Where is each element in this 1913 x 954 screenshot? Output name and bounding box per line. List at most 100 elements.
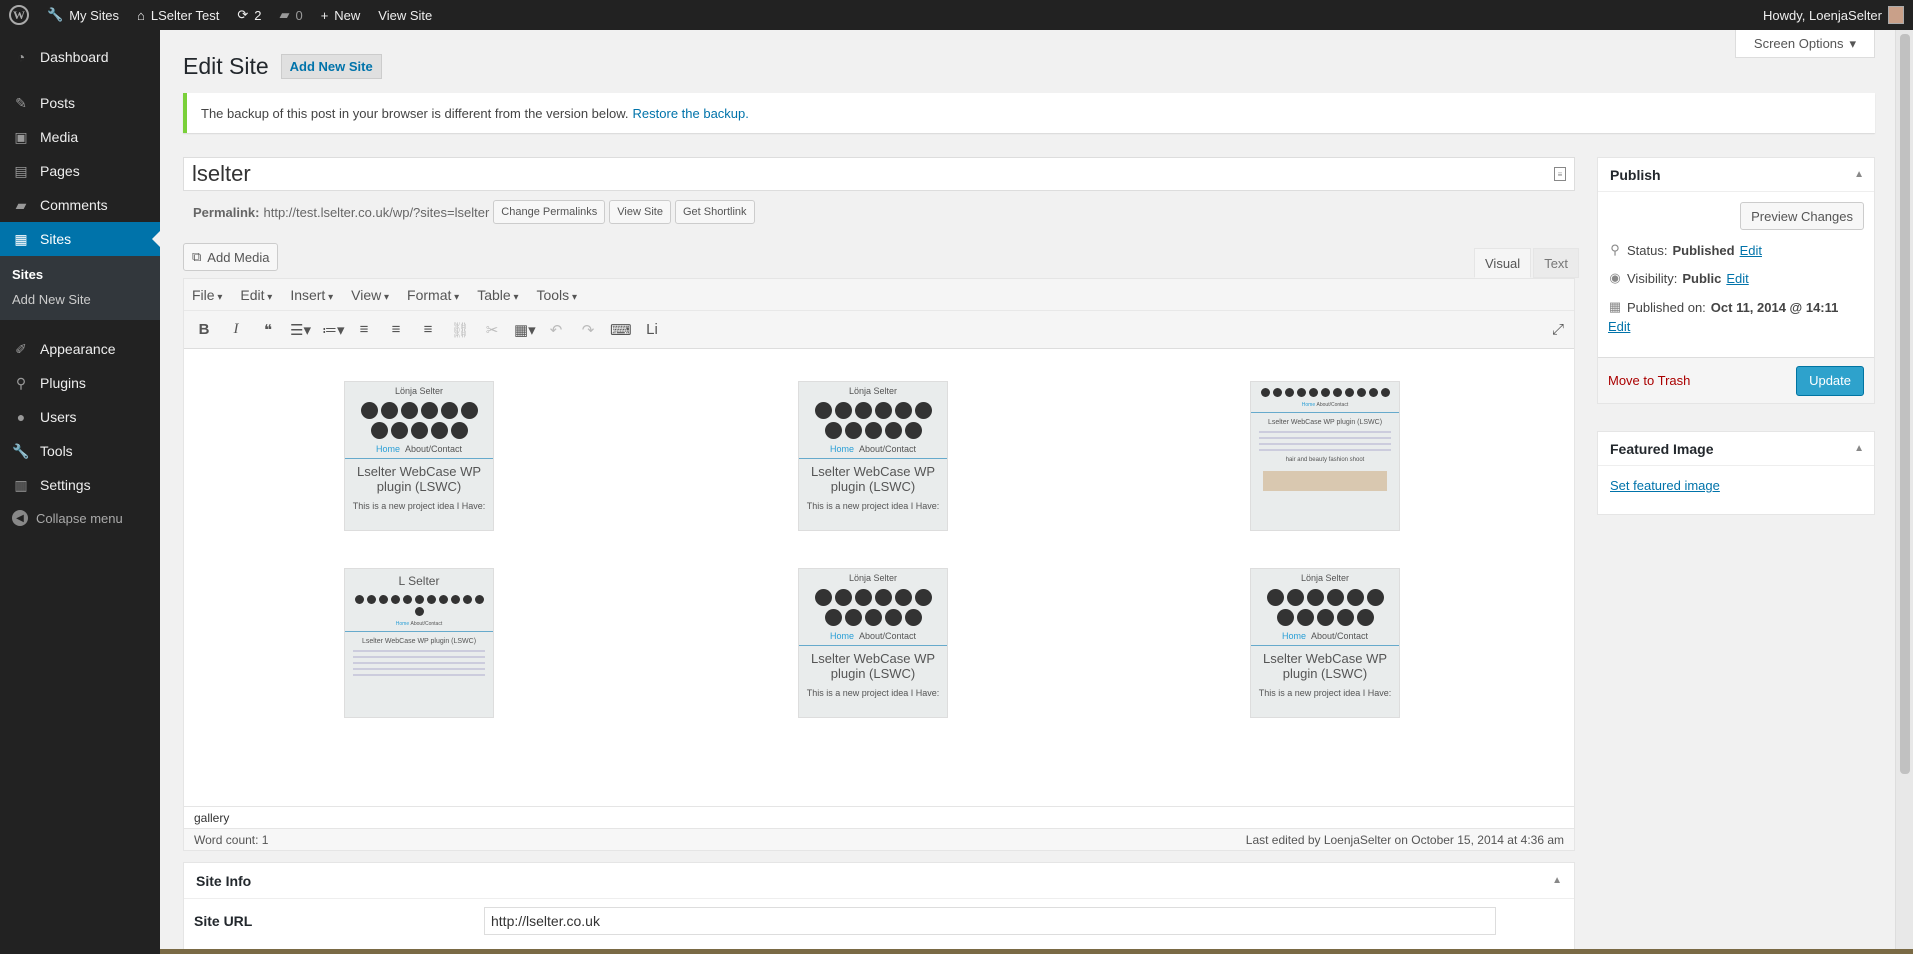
site-url-input[interactable]: http://lselter.co.uk xyxy=(484,907,1496,935)
editor-canvas[interactable]: Lönja Selter Home About/Contact Lselter … xyxy=(184,349,1574,800)
menu-media[interactable]: ▣ Media xyxy=(0,120,160,154)
set-featured-image-link[interactable]: Set featured image xyxy=(1610,478,1720,493)
move-to-trash-link[interactable]: Move to Trash xyxy=(1608,373,1690,388)
visibility-row: ◉ Visibility: Public Edit xyxy=(1598,264,1874,292)
menu-posts[interactable]: ✎ Posts xyxy=(0,86,160,120)
caret-up-icon[interactable]: ▲ xyxy=(1854,169,1864,180)
redo-icon[interactable]: ↷ xyxy=(578,321,598,339)
edit-visibility-link[interactable]: Edit xyxy=(1726,271,1748,286)
menu-file[interactable]: File xyxy=(192,287,222,303)
menu-appearance-label: Appearance xyxy=(40,341,116,357)
align-left-icon[interactable]: ≡ xyxy=(354,321,374,338)
submenu-sites[interactable]: Sites xyxy=(0,262,160,287)
add-media-button[interactable]: ⧉ Add Media xyxy=(183,243,279,271)
preview-changes-button[interactable]: Preview Changes xyxy=(1740,202,1864,230)
page-scrollbar[interactable] xyxy=(1895,30,1913,949)
menu-settings-label: Settings xyxy=(40,477,91,493)
social-icons xyxy=(351,402,487,439)
menu-users[interactable]: ● Users xyxy=(0,400,160,434)
my-account-menu[interactable]: Howdy, LoenjaSelter xyxy=(1754,0,1913,30)
tab-text[interactable]: Text xyxy=(1533,248,1580,278)
menu-insert[interactable]: Insert xyxy=(290,287,333,303)
my-sites-menu[interactable]: 🔧 My Sites xyxy=(38,0,128,30)
gallery-image[interactable]: Lönja Selter Home About/Contact Lselter … xyxy=(344,381,494,531)
gallery-image[interactable]: L Selter Home About/Contact Lselter WebC… xyxy=(344,568,494,718)
user-icon: ● xyxy=(16,409,26,425)
menu-settings[interactable]: ▥ Settings xyxy=(0,468,160,502)
thumb-title: Lselter WebCase WP plugin (LSWC) xyxy=(810,651,936,681)
view-site-link[interactable]: View Site xyxy=(369,0,441,30)
permalink-url[interactable]: http://test.lselter.co.uk/wp/?sites=lsel… xyxy=(263,205,489,220)
my-sites-label: My Sites xyxy=(69,7,120,23)
add-new-site-button[interactable]: Add New Site xyxy=(280,54,382,79)
caret-up-icon[interactable]: ▲ xyxy=(1854,443,1864,454)
menu-tools[interactable]: Tools xyxy=(536,287,577,303)
bullet-list-icon[interactable]: ☰▾ xyxy=(290,321,311,339)
caret-up-icon[interactable]: ▲ xyxy=(1552,875,1562,886)
menu-format[interactable]: Format xyxy=(407,287,459,303)
collapse-menu-label: Collapse menu xyxy=(36,510,123,526)
gallery-image[interactable]: Home About/Contact Lselter WebCase WP pl… xyxy=(1250,381,1400,531)
blockquote-icon[interactable]: ❝ xyxy=(258,321,278,339)
post-title-input[interactable]: lselter ≡ xyxy=(183,157,1575,191)
link-icon[interactable]: ⛓ xyxy=(450,321,470,339)
menu-sites[interactable]: ▦ Sites xyxy=(0,222,160,256)
menu-table[interactable]: Table xyxy=(477,287,518,303)
get-shortlink-button[interactable]: Get Shortlink xyxy=(674,200,755,224)
menu-comments[interactable]: ▰ Comments xyxy=(0,188,160,222)
view-site-button[interactable]: View Site xyxy=(609,200,671,224)
autosave-icon: ≡ xyxy=(1554,167,1566,181)
comments-count: 0 xyxy=(295,7,303,23)
menu-tools[interactable]: 🔧 Tools xyxy=(0,434,160,468)
comments-menu[interactable]: ▰ 0 xyxy=(270,0,311,30)
settings-icon: ▥ xyxy=(14,476,28,493)
keyboard-icon[interactable]: ⌨ xyxy=(610,321,632,339)
publish-header[interactable]: Publish ▲ xyxy=(1598,158,1874,192)
thumb-name: Lönja Selter xyxy=(394,386,444,396)
editor-tabs: Visual Text xyxy=(1474,248,1580,278)
table-icon[interactable]: ▦▾ xyxy=(514,321,536,339)
fullscreen-icon[interactable]: ⤢ xyxy=(1552,321,1564,338)
tab-visual[interactable]: Visual xyxy=(1474,248,1532,278)
align-center-icon[interactable]: ≡ xyxy=(386,321,406,338)
edit-date-link[interactable]: Edit xyxy=(1608,319,1630,334)
gallery-image[interactable]: Lönja Selter Home About/Contact Lselter … xyxy=(1250,568,1400,718)
li-icon[interactable]: Li xyxy=(642,321,662,338)
new-content-menu[interactable]: + New xyxy=(312,0,370,30)
menu-appearance[interactable]: ✐ Appearance xyxy=(0,332,160,366)
menu-view[interactable]: View xyxy=(351,287,389,303)
menu-plugins[interactable]: ⚲ Plugins xyxy=(0,366,160,400)
site-name-menu[interactable]: ⌂ LSelter Test xyxy=(128,0,228,30)
screen-options-button[interactable]: Screen Options ▾ xyxy=(1735,30,1875,58)
restore-backup-link[interactable]: Restore the backup. xyxy=(633,106,749,121)
unlink-icon[interactable]: ✂ xyxy=(482,321,502,339)
italic-icon[interactable]: I xyxy=(226,321,246,338)
menu-dashboard[interactable]: ◔ Dashboard xyxy=(0,40,160,74)
featured-image-header[interactable]: Featured Image ▲ xyxy=(1598,432,1874,466)
align-right-icon[interactable]: ≡ xyxy=(418,321,438,338)
numbered-list-icon[interactable]: ≔▾ xyxy=(322,321,345,339)
thumb-nav: Home About/Contact xyxy=(345,621,493,632)
menu-edit[interactable]: Edit xyxy=(240,287,272,303)
update-button[interactable]: Update xyxy=(1796,365,1864,396)
site-url-value: http://lselter.co.uk xyxy=(491,913,600,929)
scrollbar-thumb[interactable] xyxy=(1900,34,1910,774)
menu-posts-label: Posts xyxy=(40,95,76,111)
media-icon: ⧉ xyxy=(192,249,202,264)
edit-status-link[interactable]: Edit xyxy=(1740,243,1762,258)
undo-icon[interactable]: ↶ xyxy=(546,321,566,339)
site-info-header[interactable]: Site Info ▲ xyxy=(184,863,1574,899)
wp-logo-menu[interactable]: W xyxy=(0,0,38,30)
gallery-image[interactable]: Lönja Selter Home About/Contact Lselter … xyxy=(798,568,948,718)
collapse-menu-button[interactable]: ◀ Collapse menu xyxy=(0,502,160,534)
submenu-add-new-site[interactable]: Add New Site xyxy=(0,287,160,312)
bold-icon[interactable]: B xyxy=(194,321,214,338)
pages-icon: ▤ xyxy=(14,162,28,179)
gallery-image[interactable]: Lönja Selter Home About/Contact Lselter … xyxy=(798,381,948,531)
home-icon: ⌂ xyxy=(137,7,145,23)
menu-media-label: Media xyxy=(40,129,79,145)
menu-pages[interactable]: ▤ Pages xyxy=(0,154,160,188)
updates-menu[interactable]: ⟳ 2 xyxy=(228,0,270,30)
change-permalinks-button[interactable]: Change Permalinks xyxy=(493,200,606,224)
thumb-nav: Home About/Contact xyxy=(799,444,947,459)
